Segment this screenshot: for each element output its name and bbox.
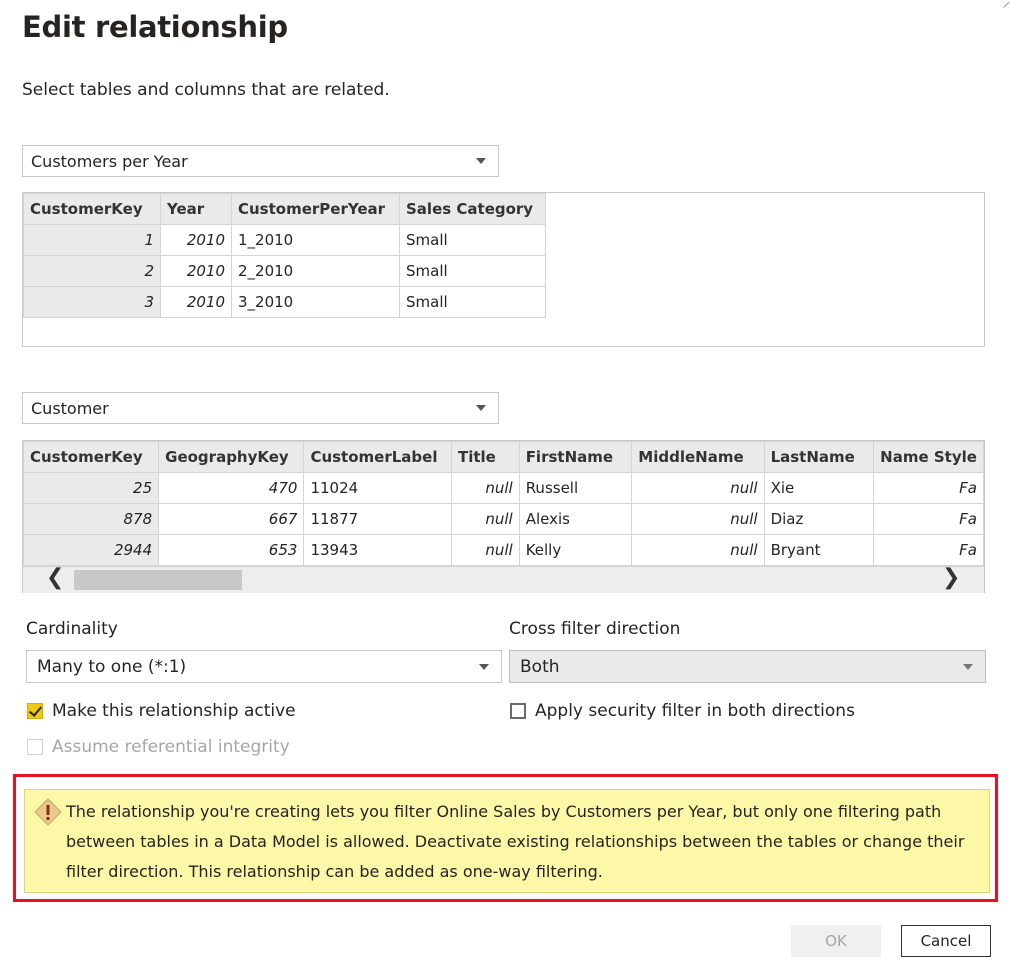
table1-grid: CustomerKey Year CustomerPerYear Sales C… xyxy=(23,193,546,318)
chevron-down-icon xyxy=(963,663,973,670)
table-cell: null xyxy=(631,534,765,566)
table-cell: 3 xyxy=(23,286,161,318)
table-cell: 11024 xyxy=(303,472,452,504)
table-cell: 2010 xyxy=(160,286,232,318)
table-cell: Diaz xyxy=(763,503,875,535)
table-cell: 2_2010 xyxy=(231,255,400,287)
table-row: 1 2010 1_2010 Small xyxy=(23,224,546,256)
table-cell: 667 xyxy=(158,503,305,535)
table2-col-header[interactable]: LastName xyxy=(763,441,875,473)
table-cell: 13943 xyxy=(303,534,452,566)
table1-col-header[interactable]: Sales Category xyxy=(399,193,546,225)
table-cell: Fa xyxy=(873,472,984,504)
table1-col-header[interactable]: CustomerKey xyxy=(23,193,161,225)
table2-grid: CustomerKey GeographyKey CustomerLabel T… xyxy=(23,441,984,566)
cardinality-label: Cardinality xyxy=(26,619,118,639)
table-cell: 2010 xyxy=(160,255,232,287)
table-cell: 470 xyxy=(158,472,305,504)
dialog-title: Edit relationship xyxy=(22,10,288,44)
table-row: 2 2010 2_2010 Small xyxy=(23,255,546,287)
chevron-down-icon xyxy=(476,405,486,411)
table-cell: Bryant xyxy=(763,534,875,566)
table-cell: Russell xyxy=(518,472,633,504)
table-cell: Kelly xyxy=(518,534,633,566)
dialog-subtitle: Select tables and columns that are relat… xyxy=(22,80,390,100)
scrollbar-thumb[interactable] xyxy=(74,570,242,590)
table-cell: 2 xyxy=(23,255,161,287)
security-filter-checkbox[interactable] xyxy=(510,703,526,719)
table2-select-value: Customer xyxy=(31,398,109,418)
table-cell: 653 xyxy=(158,534,305,566)
table1-select[interactable]: Customers per Year xyxy=(22,145,499,177)
table-cell: 1_2010 xyxy=(231,224,400,256)
warning-message: The relationship you're creating lets yo… xyxy=(66,802,965,881)
cross-filter-value: Both xyxy=(520,656,560,677)
table-cell: Fa xyxy=(873,503,984,535)
table1-select-value: Customers per Year xyxy=(31,151,188,171)
table-row: 25 470 11024 null Russell null Xie Fa xyxy=(23,472,984,504)
table2-select[interactable]: Customer xyxy=(22,392,499,424)
resize-corner-icon xyxy=(997,0,1010,9)
table2-col-header[interactable]: FirstName xyxy=(518,441,633,473)
table-cell: 3_2010 xyxy=(231,286,400,318)
make-active-label: Make this relationship active xyxy=(52,701,296,721)
table-cell: Small xyxy=(399,255,546,287)
referential-integrity-label: Assume referential integrity xyxy=(52,737,290,757)
table-cell: null xyxy=(450,503,520,535)
table-row: 878 667 11877 null Alexis null Diaz Fa xyxy=(23,503,984,535)
cross-filter-label: Cross filter direction xyxy=(509,619,681,639)
table2-col-header[interactable]: Name Style xyxy=(873,441,984,473)
table-cell: Small xyxy=(399,224,546,256)
table-cell: null xyxy=(450,472,520,504)
table-cell: null xyxy=(450,534,520,566)
table1-col-header[interactable]: Year xyxy=(160,193,232,225)
chevron-down-icon xyxy=(476,158,486,164)
chevron-right-icon[interactable]: ❯ xyxy=(942,565,960,590)
table-cell: 1 xyxy=(23,224,161,256)
table-cell: Small xyxy=(399,286,546,318)
referential-integrity-checkbox[interactable] xyxy=(27,739,43,755)
table-cell: 878 xyxy=(23,503,160,535)
table-cell: Xie xyxy=(763,472,875,504)
ok-button[interactable]: OK xyxy=(791,925,881,957)
table1-col-header[interactable]: CustomerPerYear xyxy=(231,193,400,225)
table-cell: 2944 xyxy=(23,534,160,566)
cancel-button[interactable]: Cancel xyxy=(901,925,991,957)
table-row: 3 2010 3_2010 Small xyxy=(23,286,546,318)
table-cell: null xyxy=(631,503,765,535)
warning-icon xyxy=(33,797,63,827)
table-cell: Fa xyxy=(873,534,984,566)
table-cell: null xyxy=(631,472,765,504)
make-active-checkbox[interactable] xyxy=(27,703,43,719)
cardinality-select[interactable]: Many to one (*:1) xyxy=(26,650,502,683)
table-cell: 11877 xyxy=(303,503,452,535)
table2-col-header[interactable]: Title xyxy=(450,441,520,473)
table-row: 2944 653 13943 null Kelly null Bryant Fa xyxy=(23,534,984,566)
table2-col-header[interactable]: CustomerLabel xyxy=(303,441,452,473)
table-cell: Alexis xyxy=(518,503,633,535)
cardinality-value: Many to one (*:1) xyxy=(37,656,187,677)
chevron-down-icon xyxy=(479,663,489,670)
table1-preview: CustomerKey Year CustomerPerYear Sales C… xyxy=(22,192,985,347)
table2-col-header[interactable]: CustomerKey xyxy=(23,441,160,473)
table2-col-header[interactable]: MiddleName xyxy=(631,441,765,473)
table-cell: 2010 xyxy=(160,224,232,256)
chevron-left-icon[interactable]: ❮ xyxy=(46,565,64,590)
security-filter-label: Apply security filter in both directions xyxy=(535,701,855,721)
table2-col-header[interactable]: GeographyKey xyxy=(158,441,305,473)
cross-filter-select[interactable]: Both xyxy=(509,650,986,683)
table-cell: 25 xyxy=(23,472,160,504)
